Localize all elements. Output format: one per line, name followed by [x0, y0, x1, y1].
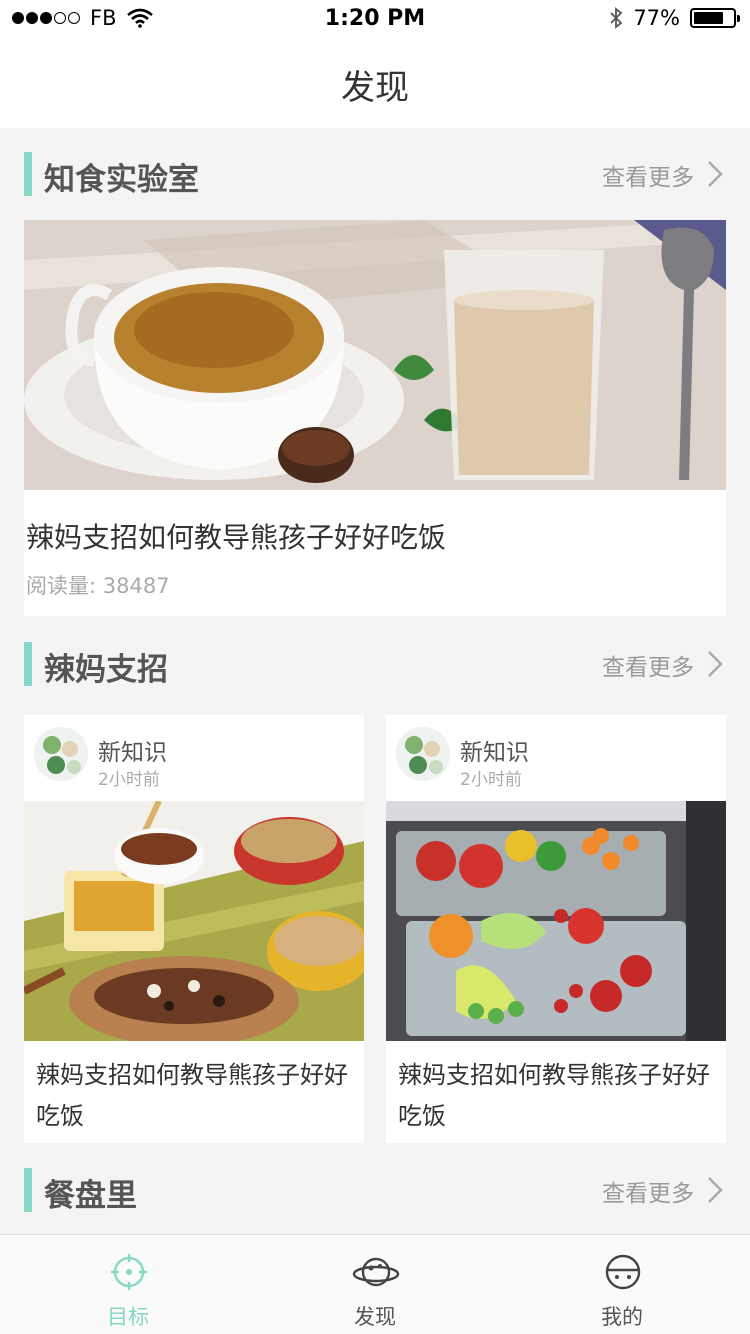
- section-title: 餐盘里: [44, 1178, 137, 1214]
- section-accent-bar: [24, 642, 32, 686]
- read-count: 阅读量: 38487: [26, 574, 170, 598]
- see-more-link[interactable]: 查看更多: [602, 1174, 694, 1208]
- author-name[interactable]: 新知识: [460, 733, 529, 767]
- section-header-tips: 辣妈支招 查看更多: [0, 640, 750, 690]
- featured-article-image: [24, 220, 726, 490]
- tab-label: 目标: [107, 1305, 149, 1329]
- featured-article-title[interactable]: 辣妈支招如何教导熊孩子好好吃饭: [26, 516, 446, 556]
- planet-icon: [352, 1257, 400, 1287]
- chevron-right-icon[interactable]: [704, 648, 726, 680]
- post-time: 2小时前: [98, 770, 160, 790]
- page-title: 发现: [341, 68, 409, 108]
- featured-article-card[interactable]: 辣妈支招如何教导熊孩子好好吃饭 阅读量: 38487: [24, 220, 726, 616]
- tab-label: 我的: [601, 1305, 643, 1329]
- article-image: [386, 801, 726, 1041]
- see-more-link[interactable]: 查看更多: [602, 158, 694, 192]
- status-bar: FB 1:20 PM 77%: [0, 0, 750, 40]
- author-name[interactable]: 新知识: [98, 733, 167, 767]
- bluetooth-icon: [610, 7, 623, 29]
- section-header-lab: 知食实验室 查看更多: [0, 150, 750, 200]
- article-card[interactable]: 新知识 2小时前 辣妈支招如何教导熊孩子好好吃饭: [24, 715, 364, 1143]
- post-time: 2小时前: [460, 770, 522, 790]
- tab-discover[interactable]: 发现: [250, 1235, 500, 1334]
- tab-profile[interactable]: 我的: [497, 1235, 747, 1334]
- chevron-right-icon[interactable]: [704, 1174, 726, 1206]
- battery-icon: [690, 8, 740, 28]
- article-card[interactable]: 新知识 2小时前 辣妈支招如何教导熊孩子好好吃饭: [386, 715, 726, 1143]
- section-title: 辣妈支招: [44, 652, 168, 688]
- avatar[interactable]: [34, 727, 88, 781]
- battery-percent: 77%: [633, 6, 680, 30]
- tab-goal[interactable]: 目标: [3, 1235, 253, 1334]
- target-icon: [111, 1254, 147, 1290]
- section-accent-bar: [24, 152, 32, 196]
- tab-bar: 目标 发现 我的: [0, 1234, 750, 1334]
- avatar[interactable]: [396, 727, 450, 781]
- chevron-right-icon[interactable]: [704, 158, 726, 190]
- tab-label: 发现: [354, 1305, 396, 1329]
- article-image: [24, 801, 364, 1041]
- see-more-link[interactable]: 查看更多: [602, 648, 694, 682]
- section-title: 知食实验室: [44, 162, 199, 198]
- article-title[interactable]: 辣妈支招如何教导熊孩子好好吃饭: [398, 1055, 718, 1137]
- section-accent-bar: [24, 1168, 32, 1212]
- article-title[interactable]: 辣妈支招如何教导熊孩子好好吃饭: [36, 1055, 356, 1137]
- profile-icon: [605, 1254, 641, 1290]
- top-bar: FB 1:20 PM 77% 发现: [0, 0, 750, 128]
- section-header-plate: 餐盘里 查看更多: [0, 1166, 750, 1216]
